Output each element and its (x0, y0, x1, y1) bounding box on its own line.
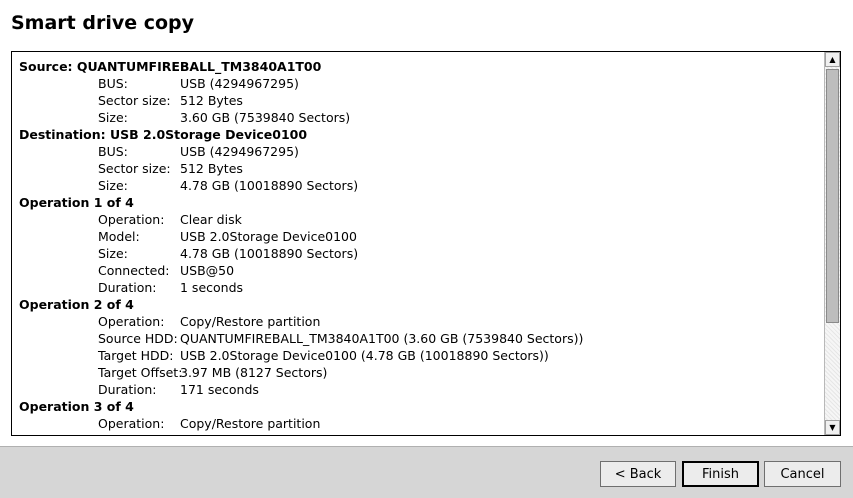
detail-value: QUANTUMFIREBALL_TM3840A1T00 (3.60 GB (75… (180, 331, 584, 346)
detail-row: Target HDD: USB 2.0Storage Device0100 (4.… (19, 347, 819, 364)
operation-2-heading: Operation 2 of 4 (19, 297, 134, 312)
detail-row: Model: USB 2.0Storage Device0100 (19, 228, 819, 245)
detail-value: Clear disk (180, 212, 242, 227)
detail-row: Target Offset:3.97 MB (8127 Sectors) (19, 364, 819, 381)
source-heading: Source: QUANTUMFIREBALL_TM3840A1T00 (19, 59, 322, 74)
scroll-up-button[interactable]: ▲ (825, 52, 840, 67)
detail-label: BUS: (98, 76, 128, 91)
destination-heading: Destination: USB 2.0Storage Device0100 (19, 127, 308, 142)
detail-label: Size: (98, 246, 128, 261)
detail-label: Operation: (98, 212, 165, 227)
page-title: Smart drive copy (11, 12, 195, 34)
detail-label: Target Offset: (98, 365, 183, 380)
detail-value: USB 2.0Storage Device0100 (180, 229, 357, 244)
detail-row: Duration: 171 seconds (19, 381, 819, 398)
smart-drive-copy-dialog: Smart drive copy Source: QUANTUMFIREBALL… (0, 0, 853, 498)
detail-value: Copy/Restore partition (180, 416, 321, 431)
detail-label: Source HDD: (98, 331, 178, 346)
detail-label: Operation: (98, 314, 165, 329)
detail-row: Sector size: 512 Bytes (19, 160, 819, 177)
detail-value: 512 Bytes (180, 93, 243, 108)
operation-1-heading: Operation 1 of 4 (19, 195, 134, 210)
detail-row: Duration: 1 seconds (19, 279, 819, 296)
detail-label: Size: (98, 178, 128, 193)
vertical-scrollbar[interactable]: ▲ ▼ (824, 52, 840, 435)
operation-3-heading: Operation 3 of 4 (19, 399, 134, 414)
detail-row: Sector size: 512 Bytes (19, 92, 819, 109)
detail-value: Copy/Restore partition (180, 314, 321, 329)
detail-row: Connected: USB@50 (19, 262, 819, 279)
detail-label: Duration: (98, 280, 157, 295)
detail-value: USB (4294967295) (180, 76, 299, 91)
report-content: Source: QUANTUMFIREBALL_TM3840A1T00 BUS:… (19, 58, 819, 432)
detail-value: USB (4294967295) (180, 144, 299, 159)
detail-value: 4.78 GB (10018890 Sectors) (180, 178, 359, 193)
detail-value: USB@50 (180, 263, 235, 278)
detail-value: 3.97 MB (8127 Sectors) (180, 365, 328, 380)
detail-row: Operation: Clear disk (19, 211, 819, 228)
button-bar: < Back Finish Cancel (0, 446, 853, 498)
detail-label: Sector size: (98, 93, 171, 108)
detail-label: Target HDD: (98, 348, 174, 363)
detail-row: BUS: USB (4294967295) (19, 75, 819, 92)
detail-label: Model: (98, 229, 140, 244)
detail-value: 3.60 GB (7539840 Sectors) (180, 110, 351, 125)
detail-row: BUS: USB (4294967295) (19, 143, 819, 160)
detail-value: 4.78 GB (10018890 Sectors) (180, 246, 359, 261)
detail-row: Source HDD: QUANTUMFIREBALL_TM3840A1T00 (… (19, 330, 819, 347)
detail-label: Connected: (98, 263, 170, 278)
detail-label: Size: (98, 110, 128, 125)
arrow-down-icon: ▼ (829, 423, 836, 432)
back-button[interactable]: < Back (600, 461, 676, 487)
finish-button[interactable]: Finish (682, 461, 759, 487)
detail-value: 1 seconds (180, 280, 244, 295)
detail-row: Size: 4.78 GB (10018890 Sectors) (19, 245, 819, 262)
scrollbar-thumb[interactable] (826, 69, 839, 323)
detail-row: Operation: Copy/Restore partition (19, 313, 819, 330)
detail-label: BUS: (98, 144, 128, 159)
cancel-button[interactable]: Cancel (764, 461, 841, 487)
detail-value: 512 Bytes (180, 161, 243, 176)
detail-row: Operation: Copy/Restore partition (19, 415, 819, 432)
report-panel[interactable]: Source: QUANTUMFIREBALL_TM3840A1T00 BUS:… (11, 51, 841, 436)
detail-value: 171 seconds (180, 382, 259, 397)
arrow-up-icon: ▲ (829, 55, 836, 64)
detail-label: Operation: (98, 416, 165, 431)
detail-value: USB 2.0Storage Device0100 (4.78 GB (1001… (180, 348, 549, 363)
detail-label: Duration: (98, 382, 157, 397)
scroll-down-button[interactable]: ▼ (825, 420, 840, 435)
detail-row: Size: 4.78 GB (10018890 Sectors) (19, 177, 819, 194)
detail-row: Size: 3.60 GB (7539840 Sectors) (19, 109, 819, 126)
detail-label: Sector size: (98, 161, 171, 176)
